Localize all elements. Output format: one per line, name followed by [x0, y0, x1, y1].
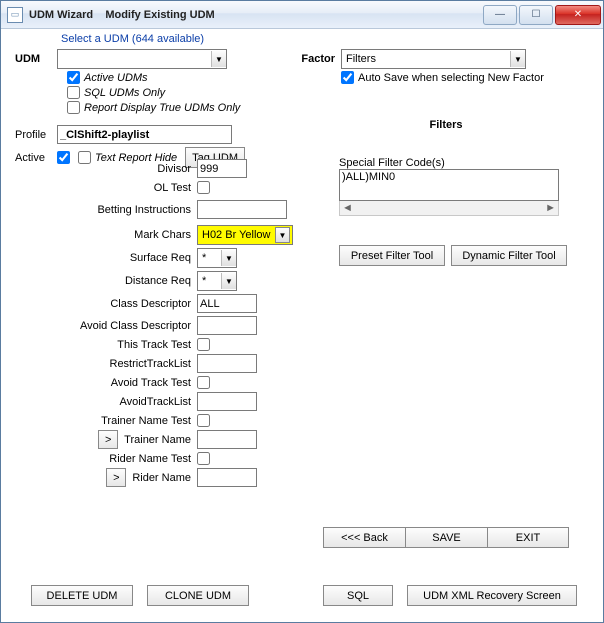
rider-expand-button[interactable]: >	[106, 468, 126, 487]
trainer-expand-button[interactable]: >	[98, 430, 118, 449]
rider-test-label: Rider Name Test	[7, 453, 197, 465]
chevron-down-icon: ▼	[221, 250, 236, 266]
this-track-test-label: This Track Test	[7, 339, 197, 351]
scroll-right-icon[interactable]: ►	[545, 202, 556, 214]
app-window: ▭ UDM Wizard Modify Existing UDM — ☐ ✕ S…	[0, 0, 604, 623]
trainer-test-label: Trainer Name Test	[7, 415, 197, 427]
back-button[interactable]: <<< Back	[323, 527, 405, 548]
window-title: UDM Wizard Modify Existing UDM	[29, 9, 215, 21]
exit-button[interactable]: EXIT	[487, 527, 569, 548]
autosave-checkbox[interactable]: Auto Save when selecting New Factor	[341, 71, 544, 84]
special-filter-list[interactable]: )ALL)MIN0	[339, 169, 559, 201]
this-track-test-checkbox[interactable]	[197, 338, 210, 351]
rider-name-label: Rider Name	[132, 472, 191, 484]
special-filter-scrollbar[interactable]: ◄ ►	[339, 201, 559, 216]
avoid-tracklist-label: AvoidTrackList	[7, 396, 197, 408]
close-button[interactable]: ✕	[555, 5, 601, 25]
report-display-checkbox[interactable]: Report Display True UDMs Only	[67, 101, 240, 114]
scroll-left-icon[interactable]: ◄	[342, 202, 353, 214]
class-descriptor-label: Class Descriptor	[7, 298, 197, 310]
sql-udms-only-checkbox[interactable]: SQL UDMs Only	[67, 86, 240, 99]
chevron-down-icon: ▼	[275, 227, 290, 243]
special-filter-label: Special Filter Code(s)	[339, 157, 559, 169]
delete-udm-button[interactable]: DELETE UDM	[31, 585, 133, 606]
avoid-class-label: Avoid Class Descriptor	[7, 320, 197, 332]
ol-test-checkbox[interactable]	[197, 181, 210, 194]
udm-xml-recovery-button[interactable]: UDM XML Recovery Screen	[407, 585, 577, 606]
betting-input[interactable]	[197, 200, 287, 219]
restrict-tracklist-input[interactable]	[197, 354, 257, 373]
udm-select[interactable]: ▼	[57, 49, 227, 69]
divisor-input[interactable]	[197, 159, 247, 178]
rider-test-checkbox[interactable]	[197, 452, 210, 465]
trainer-name-label: Trainer Name	[124, 434, 191, 446]
factor-select[interactable]: Filters ▼	[341, 49, 526, 69]
chevron-down-icon: ▼	[510, 51, 525, 67]
app-icon: ▭	[7, 7, 23, 23]
udm-label: UDM	[15, 53, 57, 65]
sql-button[interactable]: SQL	[323, 585, 393, 606]
minimize-button[interactable]: —	[483, 5, 517, 25]
save-button[interactable]: SAVE	[405, 527, 487, 548]
mark-chars-label: Mark Chars	[7, 229, 197, 241]
preset-filter-button[interactable]: Preset Filter Tool	[339, 245, 445, 266]
window-controls: — ☐ ✕	[483, 5, 601, 25]
trainer-test-checkbox[interactable]	[197, 414, 210, 427]
maximize-button[interactable]: ☐	[519, 5, 553, 25]
avoid-tracklist-input[interactable]	[197, 392, 257, 411]
restrict-tracklist-label: RestrictTrackList	[7, 358, 197, 370]
class-descriptor-input[interactable]	[197, 294, 257, 313]
betting-label: Betting Instructions	[7, 204, 197, 216]
avoid-track-test-checkbox[interactable]	[197, 376, 210, 389]
client-area: Select a UDM (644 available) UDM ▼ Facto…	[1, 29, 603, 622]
titlebar: ▭ UDM Wizard Modify Existing UDM — ☐ ✕	[1, 1, 603, 29]
profile-label: Profile	[15, 129, 57, 141]
profile-input[interactable]	[57, 125, 232, 144]
divisor-label: Divisor	[7, 163, 197, 175]
chevron-down-icon: ▼	[211, 51, 226, 67]
select-udm-link[interactable]: Select a UDM (644 available)	[61, 33, 204, 45]
surface-req-label: Surface Req	[7, 252, 197, 264]
avoid-class-input[interactable]	[197, 316, 257, 335]
avoid-track-test-label: Avoid Track Test	[7, 377, 197, 389]
distance-req-label: Distance Req	[7, 275, 197, 287]
chevron-down-icon: ▼	[221, 273, 236, 289]
filters-title: Filters	[381, 119, 511, 131]
clone-udm-button[interactable]: CLONE UDM	[147, 585, 249, 606]
ol-test-label: OL Test	[7, 182, 197, 194]
form-fields: Divisor OL Test Betting Instructions Mar…	[7, 159, 317, 490]
mark-chars-select[interactable]: H02 Br Yellow ▼	[197, 225, 293, 245]
rider-name-input[interactable]	[197, 468, 257, 487]
surface-req-select[interactable]: * ▼	[197, 248, 237, 268]
dynamic-filter-button[interactable]: Dynamic Filter Tool	[451, 245, 567, 266]
trainer-name-input[interactable]	[197, 430, 257, 449]
factor-label: Factor	[291, 53, 341, 65]
active-udms-checkbox[interactable]: Active UDMs	[67, 71, 240, 84]
distance-req-select[interactable]: * ▼	[197, 271, 237, 291]
